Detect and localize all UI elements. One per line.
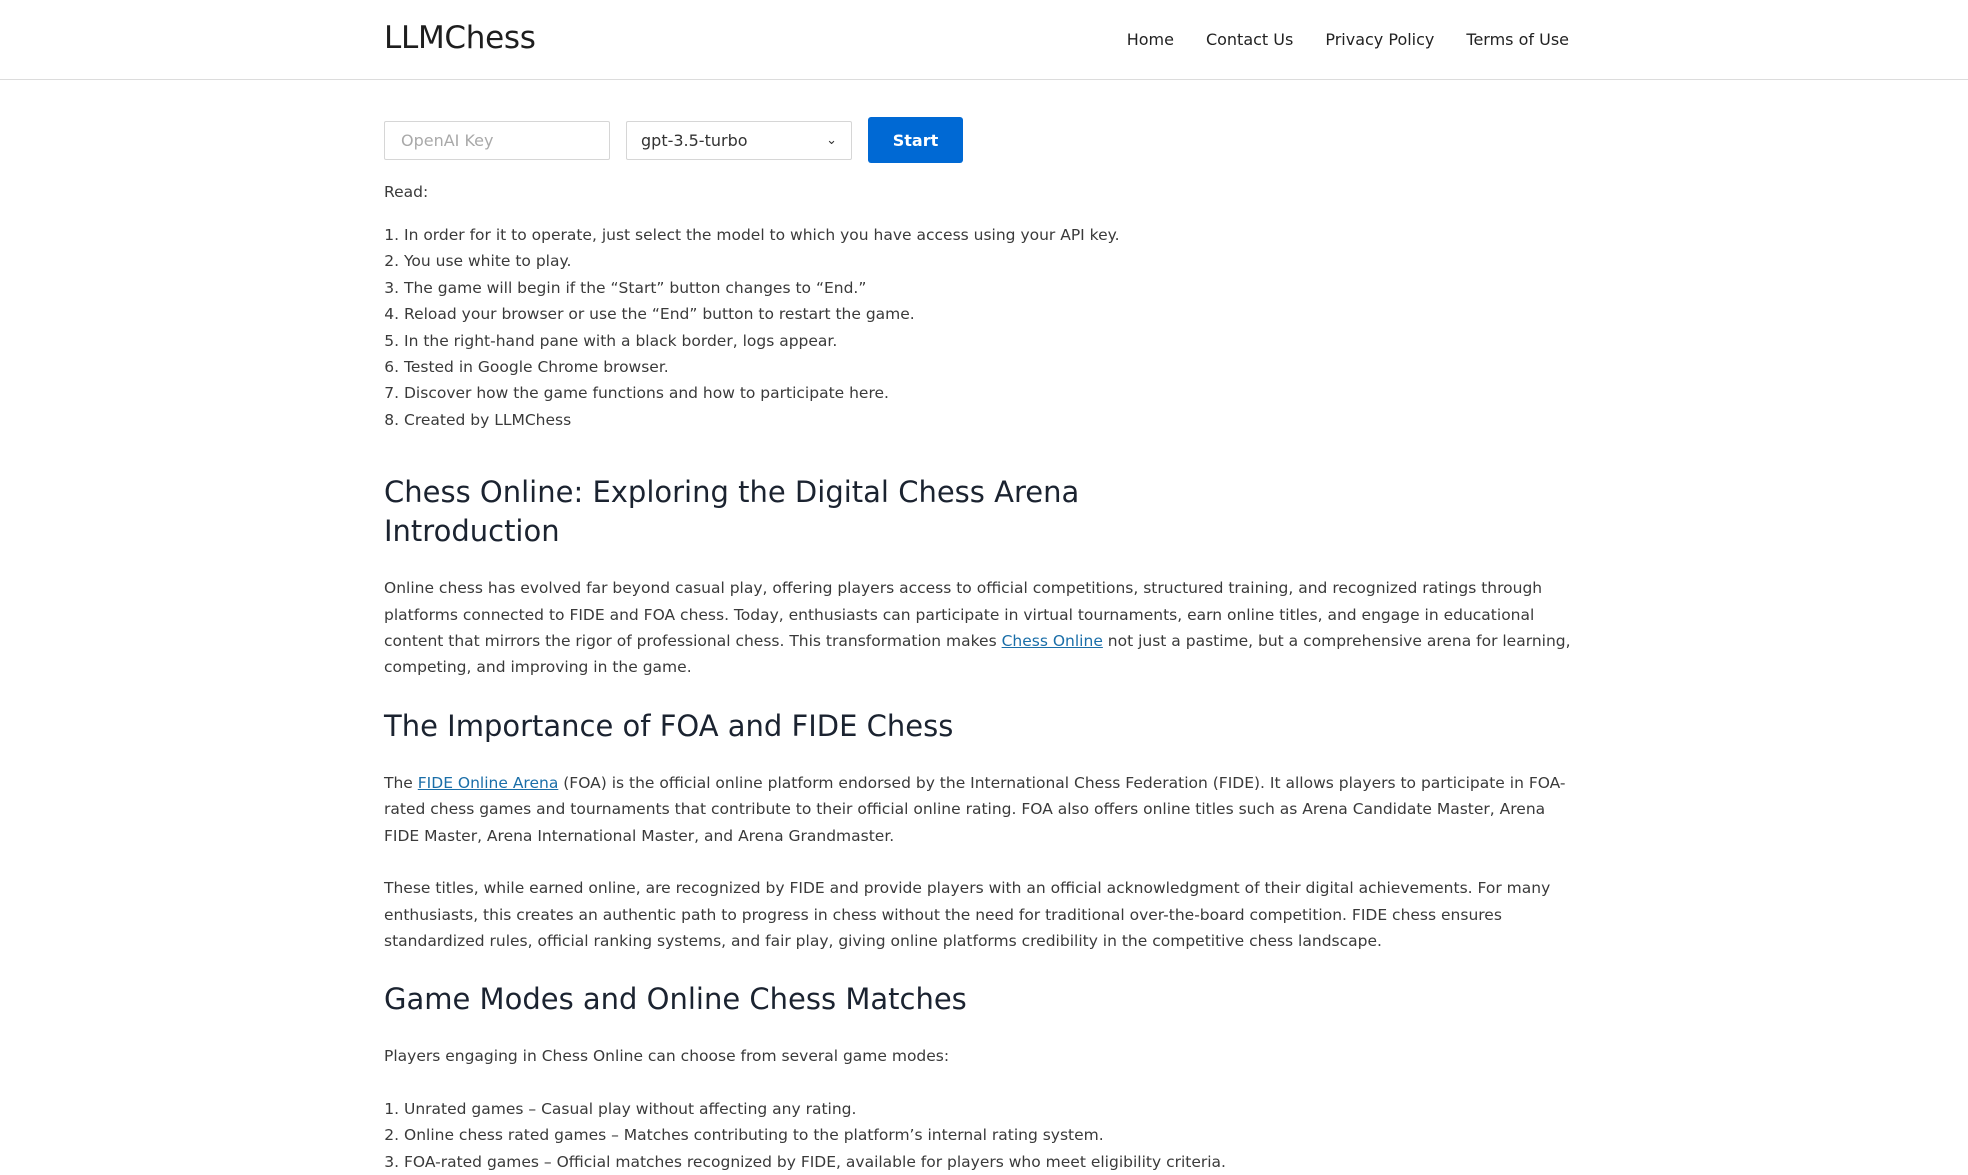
chess-online-link[interactable]: Chess Online [1002,632,1103,650]
foa-paragraph-1: The FIDE Online Arena (FOA) is the offic… [384,770,1584,849]
list-item: Unrated games – Casual play without affe… [404,1096,1584,1122]
openai-key-input[interactable] [384,120,610,160]
list-item: You use white to play. [404,248,1584,274]
nav-home[interactable]: Home [1127,30,1174,49]
foa-text-before: The [384,773,418,792]
foa-paragraph-2: These titles, while earned online, are r… [384,879,1551,950]
foa-text-after: (FOA) is the official online platform en… [384,773,1566,845]
list-item: Reload your browser or use the “End” but… [404,301,1584,327]
modes-intro: Players engaging in Chess Online can cho… [384,1047,950,1066]
site-logo[interactable]: LLMChess [384,20,536,56]
list-item: Created by LLMChess [404,407,1584,433]
intro-paragraph: Online chess has evolved far beyond casu… [384,575,1584,681]
game-controls: gpt-3.5-turbo ⌄ Start [384,117,1584,163]
model-select-value: gpt-3.5-turbo [641,130,748,150]
instructions-list: In order for it to operate, just select … [384,222,1584,433]
start-button[interactable]: Start [868,117,963,163]
main-content: gpt-3.5-turbo ⌄ Start Read: In order for… [384,117,1584,1175]
nav-terms-of-use[interactable]: Terms of Use [1466,30,1569,49]
nav-contact-us[interactable]: Contact Us [1206,30,1293,49]
section-heading-intro: Chess Online: Exploring the Digital Ches… [384,475,1080,549]
list-item: FOA-rated games – Official matches recog… [404,1149,1584,1175]
model-select[interactable]: gpt-3.5-turbo ⌄ [626,120,852,160]
main-nav: Home Contact Us Privacy Policy Terms of … [1127,30,1569,49]
list-item: In order for it to operate, just select … [404,222,1584,248]
read-label: Read: [384,183,429,201]
list-item: Discover how the game functions and how … [404,380,1584,406]
section-heading-modes: Game Modes and Online Chess Matches [384,982,967,1017]
list-item: The game will begin if the “Start” butto… [404,275,1584,301]
list-item: Online chess rated games – Matches contr… [404,1122,1584,1148]
list-item: Tested in Google Chrome browser. [404,354,1584,380]
chevron-down-icon: ⌄ [826,132,837,148]
list-item: In the right-hand pane with a black bord… [404,328,1584,354]
site-header: LLMChess Home Contact Us Privacy Policy … [0,0,1968,80]
section-heading-foa: The Importance of FOA and FIDE Chess [384,708,954,743]
nav-privacy-policy[interactable]: Privacy Policy [1325,30,1434,49]
game-modes-list: Unrated games – Casual play without affe… [384,1096,1584,1175]
fide-online-arena-link[interactable]: FIDE Online Arena [418,774,559,792]
